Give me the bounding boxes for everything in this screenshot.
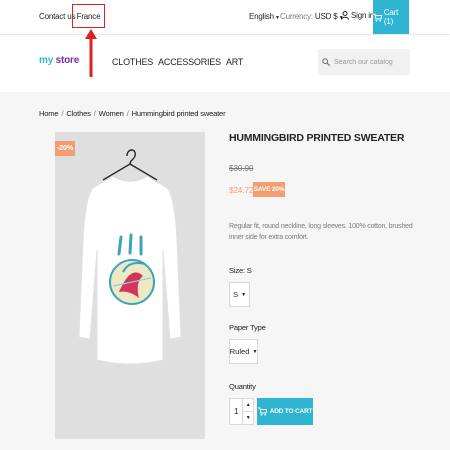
breadcrumb-separator: / [93, 109, 96, 118]
product-description: Regular fit, round neckline, long sleeve… [229, 223, 413, 241]
breadcrumb-women[interactable]: Women [99, 109, 124, 118]
product-title: HUMMINGBIRD PRINTED SWEATER [229, 132, 405, 144]
currency-prefix: Currency: [280, 12, 313, 21]
search-icon[interactable] [322, 58, 330, 66]
logo-part-my: my [39, 55, 54, 66]
language-selector[interactable]: English ▼ [249, 12, 280, 21]
menu-item-art[interactable]: ART [226, 57, 243, 67]
chevron-down-icon: ▼ [252, 348, 258, 355]
product-page: Home / Clothes / Women / Hummingbird pri… [0, 92, 450, 450]
menu-item-accessories[interactable]: ACCESSORIES [158, 57, 221, 67]
country-label: France [76, 11, 101, 21]
quantity-stepper[interactable]: 1 ▲ ▼ [229, 398, 254, 425]
cart-button[interactable]: Cart (1) [373, 0, 409, 34]
breadcrumb: Home / Clothes / Women / Hummingbird pri… [39, 109, 226, 118]
paper-type-value: Ruled [229, 347, 250, 356]
chevron-down-icon[interactable]: ▼ [243, 411, 253, 424]
search-input[interactable] [334, 58, 404, 66]
size-value: S [232, 290, 239, 299]
breadcrumb-current: Hummingbird printed sweater [131, 109, 226, 118]
site-header: my store CLOTHES ACCESSORIES ART [0, 34, 450, 92]
quantity-value[interactable]: 1 [230, 399, 242, 424]
currency-value: USD $ [314, 12, 338, 21]
top-nav: Contact us France English ▼ Currency: US… [0, 0, 450, 34]
save-badge: SAVE 20% [253, 182, 285, 197]
quantity-arrows: ▲ ▼ [242, 399, 253, 424]
language-label: English [249, 12, 274, 21]
paper-type-label: Paper Type [229, 323, 266, 332]
breadcrumb-separator: / [126, 109, 129, 118]
sign-in-link[interactable]: Sign in [341, 11, 374, 20]
country-selector[interactable]: France [72, 4, 105, 28]
sweater-image [78, 149, 182, 365]
menu-item-clothes[interactable]: CLOTHES [112, 57, 153, 67]
currency-selector[interactable]: Currency: USD $ ▼ [280, 12, 344, 21]
size-select[interactable]: S ▼ [229, 282, 250, 307]
add-to-cart-button[interactable]: ADD TO CART [257, 398, 313, 425]
store-logo[interactable]: my store [39, 55, 79, 66]
size-label: Size: S [229, 266, 252, 275]
breadcrumb-home[interactable]: Home [39, 109, 59, 118]
chevron-up-icon[interactable]: ▲ [243, 399, 253, 411]
chevron-down-icon: ▼ [273, 15, 280, 21]
current-price: $24.72 [229, 186, 254, 195]
paper-type-select[interactable]: Ruled ▼ [229, 339, 258, 364]
quantity-label: Quantity [229, 382, 256, 391]
regular-price: $30.90 [229, 164, 254, 173]
user-icon [341, 11, 349, 20]
contact-us-link[interactable]: Contact us [39, 12, 75, 21]
search-box [318, 49, 410, 75]
discount-badge: -20% [55, 141, 75, 156]
sign-in-label: Sign in [351, 11, 375, 20]
add-to-cart-label: ADD TO CART [269, 408, 313, 415]
cart-label: Cart (1) [383, 8, 399, 26]
cart-icon [373, 13, 382, 22]
cart-icon [257, 407, 267, 416]
main-menu: CLOTHES ACCESSORIES ART [112, 57, 243, 67]
breadcrumb-separator: / [61, 109, 64, 118]
product-image[interactable]: -20% [55, 132, 205, 439]
breadcrumb-clothes[interactable]: Clothes [66, 109, 91, 118]
logo-part-store: store [55, 55, 80, 66]
chevron-down-icon: ▼ [241, 291, 247, 298]
annotation-arrow [85, 29, 97, 77]
